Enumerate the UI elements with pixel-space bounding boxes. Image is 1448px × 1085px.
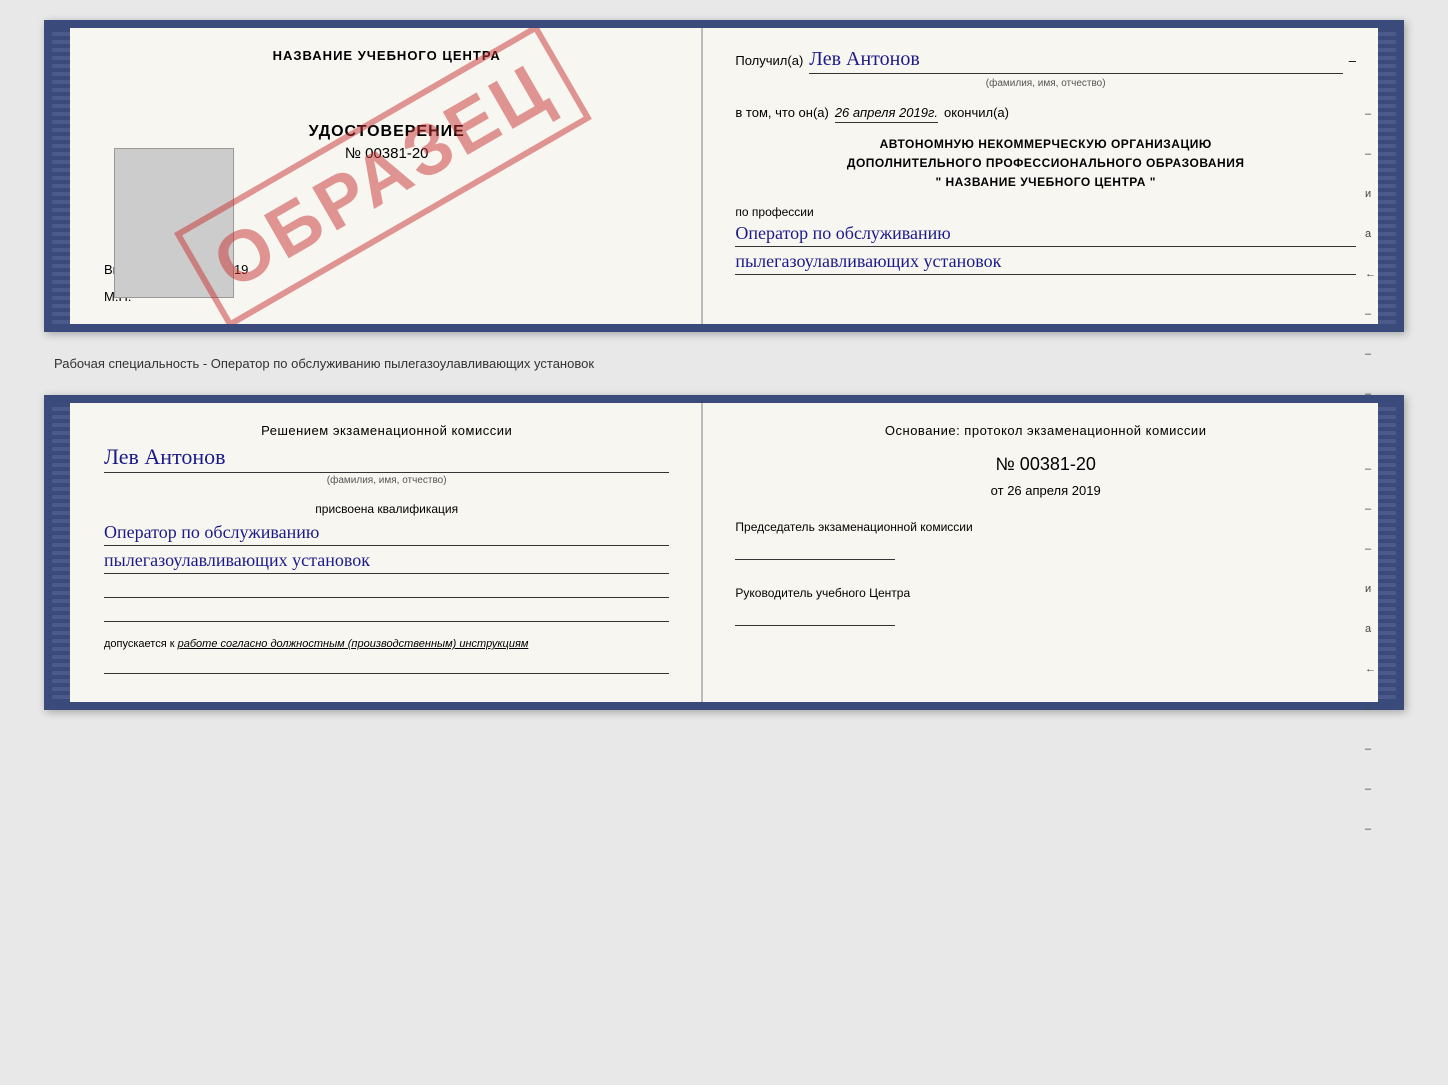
- predsedatel-signature-line: [735, 544, 895, 560]
- poluchil-line: Получил(а) Лев Антонов –: [735, 48, 1356, 74]
- side-lines-bottom-right: – – – и а ← – – – –: [1365, 463, 1376, 835]
- diploma-right-page: Получил(а) Лев Антонов – (фамилия, имя, …: [703, 28, 1396, 324]
- vtom-label: в том, что он(а): [735, 105, 828, 120]
- resheniem-block: Решением экзаменационной комиссии: [104, 423, 669, 438]
- bside-dash-5: –: [1365, 743, 1376, 755]
- osnovanie-block: Основание: протокол экзаменационной коми…: [735, 423, 1356, 438]
- bside-dash-2: –: [1365, 503, 1376, 515]
- bottom-right-page: Основание: протокол экзаменационной коми…: [703, 403, 1396, 702]
- rukovoditel-signature-line: [735, 610, 895, 626]
- recipient-name: Лев Антонов: [809, 48, 1342, 74]
- dash: –: [1349, 53, 1356, 68]
- dopuskaetsya-italic: работе согласно должностным (производств…: [178, 638, 529, 650]
- ot-label: от: [991, 483, 1004, 498]
- vtom-line: в том, что он(а) 26 апреля 2019г. окончи…: [735, 105, 1356, 123]
- bottom-recipient-name: Лев Антонов: [104, 444, 669, 473]
- diploma-left-page: НАЗВАНИЕ УЧЕБНОГО ЦЕНТРА УДОСТОВЕРЕНИЕ №…: [64, 28, 703, 324]
- completion-date: 26 апреля 2019г.: [835, 105, 938, 123]
- okonchil-label: окончил(а): [944, 105, 1009, 120]
- bside-dash-6: –: [1365, 783, 1376, 795]
- predsedatel-block: Председатель экзаменационной комиссии: [735, 518, 1356, 560]
- bside-dash-4: –: [1365, 703, 1376, 715]
- profession-line2: пылегазоулавливающих установок: [735, 251, 1356, 275]
- rukovoditel-label: Руководитель учебного Центра: [735, 584, 1356, 602]
- right-decorative-strip: [1378, 28, 1396, 324]
- separator-text: Рабочая специальность - Оператор по обсл…: [44, 356, 1404, 371]
- org-line3: " НАЗВАНИЕ УЧЕБНОГО ЦЕНТРА ": [735, 173, 1356, 192]
- bottom-right-strip: [1378, 403, 1396, 702]
- side-dash-1: –: [1365, 108, 1376, 120]
- fio-hint-bottom: (фамилия, имя, отчество): [104, 475, 669, 486]
- prisvoena-block: присвоена квалификация: [104, 502, 669, 516]
- protocol-date-value: 26 апреля 2019: [1007, 483, 1101, 498]
- org-line1: АВТОНОМНУЮ НЕКОММЕРЧЕСКУЮ ОРГАНИЗАЦИЮ: [735, 135, 1356, 154]
- bside-i: и: [1365, 583, 1376, 595]
- dopuskaetsya-block: допускается к работе согласно должностны…: [104, 638, 669, 650]
- fio-hint-diploma: (фамилия, имя, отчество): [735, 78, 1356, 89]
- bside-a: а: [1365, 623, 1376, 635]
- bside-dash-3: –: [1365, 543, 1376, 555]
- bottom-qualification-line1: Оператор по обслуживанию: [104, 522, 669, 546]
- bside-dash-1: –: [1365, 463, 1376, 475]
- bottom-cert: Решением экзаменационной комиссии Лев Ан…: [44, 395, 1404, 710]
- bottom-left-page: Решением экзаменационной комиссии Лев Ан…: [64, 403, 703, 702]
- dopuskaetsya-prefix: допускается к: [104, 638, 175, 650]
- side-lines-right: – – и а ← – – – –: [1365, 108, 1376, 440]
- photo-placeholder: [114, 148, 234, 298]
- diploma-book: НАЗВАНИЕ УЧЕБНОГО ЦЕНТРА УДОСТОВЕРЕНИЕ №…: [44, 20, 1404, 332]
- side-dash-2: –: [1365, 148, 1376, 160]
- diploma-center-title: НАЗВАНИЕ УЧЕБНОГО ЦЕНТРА: [104, 48, 669, 63]
- profession-line1: Оператор по обслуживанию: [735, 223, 1356, 247]
- protocol-number: № 00381-20: [735, 454, 1356, 475]
- side-dash-4: –: [1365, 348, 1376, 360]
- udostoverenie-title: УДОСТОВЕРЕНИЕ: [104, 123, 669, 141]
- poluchil-label: Получил(а): [735, 53, 803, 68]
- org-line2: ДОПОЛНИТЕЛЬНОГО ПРОФЕССИОНАЛЬНОГО ОБРАЗО…: [735, 154, 1356, 173]
- side-i: и: [1365, 188, 1376, 200]
- org-block: АВТОНОМНУЮ НЕКОММЕРЧЕСКУЮ ОРГАНИЗАЦИЮ ДО…: [735, 135, 1356, 193]
- po-professii-label: по профессии: [735, 205, 1356, 219]
- side-a: а: [1365, 228, 1376, 240]
- side-dash-3: –: [1365, 308, 1376, 320]
- predsedatel-label: Председатель экзаменационной комиссии: [735, 518, 1356, 536]
- bside-arrow: ←: [1365, 663, 1376, 675]
- bottom-qualification-line2: пылегазоулавливающих установок: [104, 550, 669, 574]
- certificate-container: НАЗВАНИЕ УЧЕБНОГО ЦЕНТРА УДОСТОВЕРЕНИЕ №…: [44, 20, 1404, 710]
- protocol-date: от 26 апреля 2019: [735, 483, 1356, 498]
- bside-dash-7: –: [1365, 823, 1376, 835]
- rukovoditel-block: Руководитель учебного Центра: [735, 584, 1356, 626]
- side-arrow: ←: [1365, 268, 1376, 280]
